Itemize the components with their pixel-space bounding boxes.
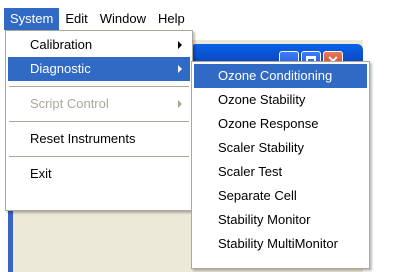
- menu-item-stability-monitor[interactable]: Stability Monitor: [194, 208, 367, 232]
- menu-item-label: Exit: [30, 166, 52, 181]
- menu-help[interactable]: Help: [152, 8, 191, 30]
- menu-item-stability-multimonitor[interactable]: Stability MultiMonitor: [194, 232, 367, 256]
- menu-item-ozone-conditioning[interactable]: Ozone Conditioning: [194, 64, 367, 88]
- menu-item-exit[interactable]: Exit: [8, 162, 190, 186]
- menu-item-label: Diagnostic: [30, 61, 91, 76]
- menu-item-script-control: Script Control: [8, 92, 190, 116]
- submenu-arrow-icon: [178, 65, 182, 73]
- screen: ✕ System Edit Window Help Calibration Di…: [0, 0, 401, 272]
- menu-item-ozone-response[interactable]: Ozone Response: [194, 112, 367, 136]
- menu-item-reset-instruments[interactable]: Reset Instruments: [8, 127, 190, 151]
- menu-item-label: Script Control: [30, 96, 109, 111]
- menu-item-label: Calibration: [30, 37, 93, 52]
- diagnostic-submenu: Ozone Conditioning Ozone Stability Ozone…: [191, 61, 370, 269]
- menu-edit[interactable]: Edit: [59, 8, 93, 30]
- submenu-arrow-icon: [178, 100, 182, 108]
- menu-item-separate-cell[interactable]: Separate Cell: [194, 184, 367, 208]
- menu-separator: [9, 121, 189, 122]
- menu-item-calibration[interactable]: Calibration: [8, 33, 190, 57]
- menu-separator: [9, 156, 189, 157]
- menu-window[interactable]: Window: [94, 8, 152, 30]
- menu-separator: [9, 86, 189, 87]
- menu-system[interactable]: System: [4, 8, 60, 30]
- menu-bar: System Edit Window Help: [0, 8, 401, 30]
- menu-item-scaler-stability[interactable]: Scaler Stability: [194, 136, 367, 160]
- submenu-arrow-icon: [178, 41, 182, 49]
- menu-item-label: Reset Instruments: [30, 131, 136, 146]
- menu-item-ozone-stability[interactable]: Ozone Stability: [194, 88, 367, 112]
- menu-item-scaler-test[interactable]: Scaler Test: [194, 160, 367, 184]
- menu-item-diagnostic[interactable]: Diagnostic: [8, 57, 190, 81]
- system-menu: Calibration Diagnostic Script Control Re…: [5, 30, 193, 211]
